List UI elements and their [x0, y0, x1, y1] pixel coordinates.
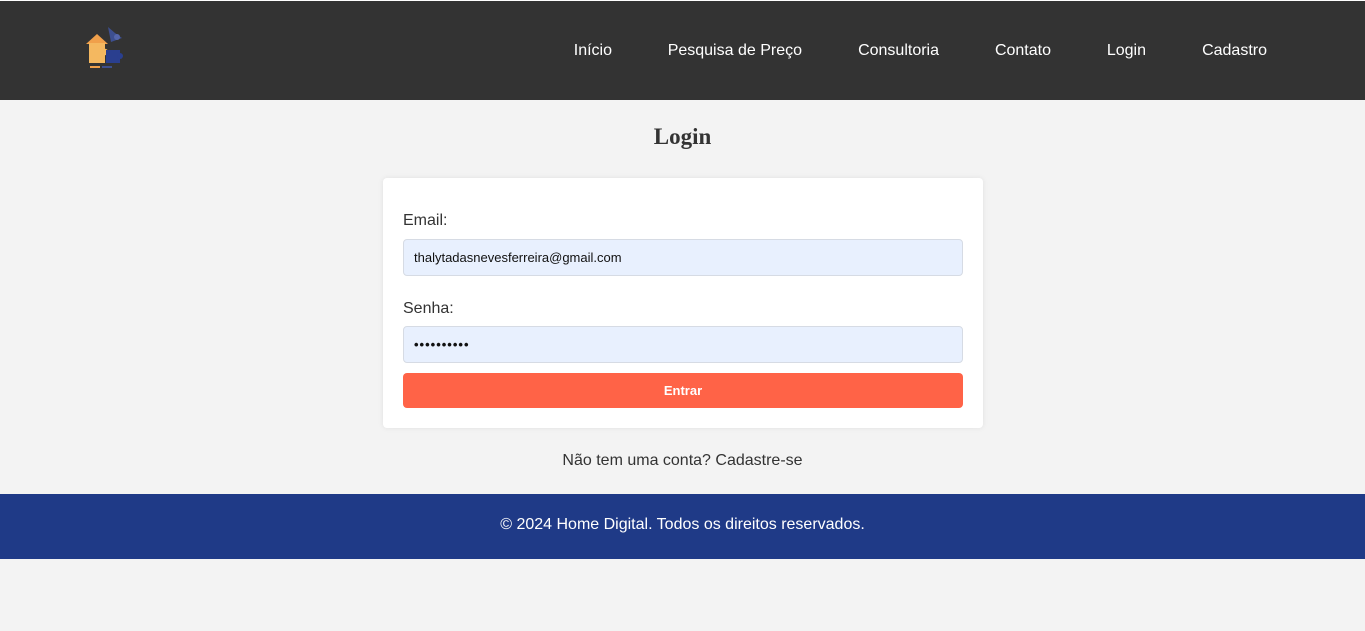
- nav-link-consultoria[interactable]: Consultoria: [858, 41, 939, 61]
- nav-link-login[interactable]: Login: [1107, 41, 1146, 61]
- password-field[interactable]: ••••••••••: [403, 326, 963, 363]
- nav-link-pesquisa-de-preco[interactable]: Pesquisa de Preço: [668, 41, 802, 61]
- login-form-card: Email: thalytadasnevesferreira@gmail.com…: [383, 178, 983, 428]
- footer-copyright: © 2024 Home Digital. Todos os direitos r…: [500, 516, 865, 533]
- signup-prompt-text: Não tem uma conta?: [562, 452, 711, 469]
- signup-prompt: Não tem uma conta? Cadastre-se: [0, 452, 1365, 470]
- email-field[interactable]: thalytadasnevesferreira@gmail.com: [403, 239, 963, 276]
- page-footer: © 2024 Home Digital. Todos os direitos r…: [0, 494, 1365, 559]
- page-title: Login: [653, 124, 712, 149]
- login-submit-button[interactable]: Entrar: [403, 373, 963, 408]
- email-label: Email:: [403, 212, 448, 229]
- nav-link-contato[interactable]: Contato: [995, 41, 1051, 61]
- signup-link[interactable]: Cadastre-se: [715, 452, 802, 469]
- top-navbar: Início Pesquisa de Preço Consultoria Con…: [0, 0, 1365, 100]
- home-puzzle-logo-icon[interactable]: [84, 24, 128, 72]
- nav-link-cadastro[interactable]: Cadastro: [1202, 41, 1267, 61]
- nav-link-inicio[interactable]: Início: [574, 41, 612, 61]
- password-label: Senha:: [403, 300, 454, 317]
